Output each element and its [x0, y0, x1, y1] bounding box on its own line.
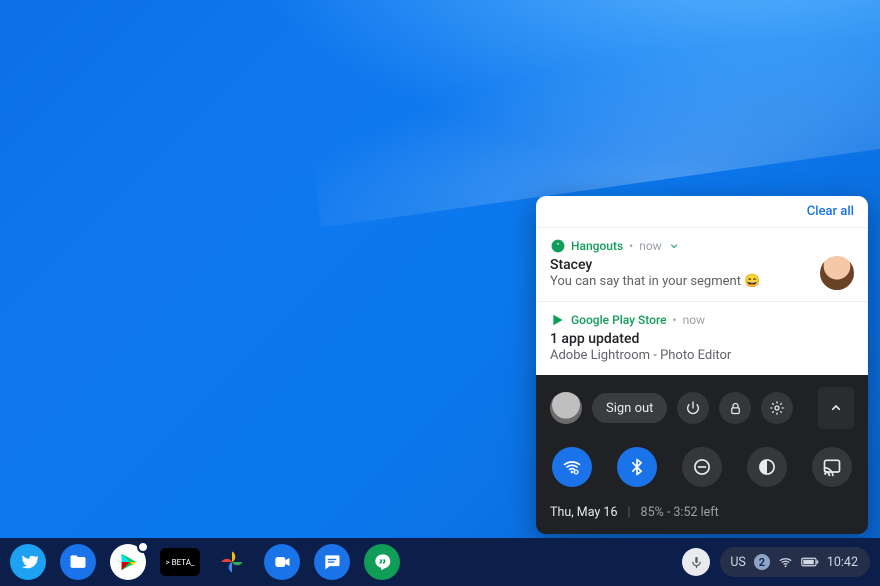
play-store-icon	[550, 312, 565, 327]
separator-dot: •	[673, 313, 677, 327]
notifications-area: Clear all ” Hangouts • now Stacey You ca…	[536, 196, 868, 375]
quick-settings-top-row: Sign out	[536, 375, 868, 435]
cast-toggle[interactable]	[812, 447, 852, 487]
notification-time: now	[683, 313, 706, 327]
hangouts-icon: ”	[550, 238, 565, 253]
status-tray[interactable]: US 2 10:42	[720, 547, 870, 577]
notification-title: 1 app updated	[550, 331, 854, 347]
shelf-app-duo[interactable]	[264, 544, 300, 580]
quick-toggles-row	[536, 435, 868, 495]
notification-item[interactable]: Google Play Store • now 1 app updated Ad…	[536, 302, 868, 375]
wallpaper-highlight	[285, 0, 880, 227]
battery-icon	[801, 556, 819, 568]
notification-body: You can say that in your segment 😄	[550, 274, 854, 289]
night-light-toggle[interactable]	[747, 447, 787, 487]
sign-out-button[interactable]: Sign out	[592, 393, 667, 423]
notification-app-row: ” Hangouts • now	[550, 238, 854, 253]
sender-avatar	[820, 256, 854, 290]
play-store-update-badge-icon	[137, 541, 149, 553]
separator: |	[627, 505, 630, 520]
notification-app-name: Hangouts	[571, 239, 623, 253]
wifi-icon	[778, 555, 793, 570]
wifi-toggle[interactable]	[552, 447, 592, 487]
bluetooth-toggle[interactable]	[617, 447, 657, 487]
notification-title: Stacey	[550, 257, 854, 273]
notification-item[interactable]: ” Hangouts • now Stacey You can say that…	[536, 228, 868, 302]
separator-dot: •	[629, 239, 633, 253]
do-not-disturb-toggle[interactable]	[682, 447, 722, 487]
clear-all-button[interactable]: Clear all	[536, 196, 868, 228]
ime-indicator: US	[730, 555, 746, 570]
power-button[interactable]	[677, 392, 709, 424]
shelf-app-photos[interactable]	[214, 544, 250, 580]
notification-count-badge: 2	[754, 554, 770, 570]
shelf-pinned-apps: > BETA_	[10, 544, 400, 580]
quick-settings-footer: Thu, May 16 | 85% - 3:52 left	[536, 495, 868, 534]
shelf-app-files[interactable]	[60, 544, 96, 580]
notification-time: now	[639, 239, 662, 253]
shelf-app-twitter[interactable]	[10, 544, 46, 580]
notification-app-row: Google Play Store • now	[550, 312, 854, 327]
notification-app-name: Google Play Store	[571, 313, 667, 327]
shelf-app-messages[interactable]	[314, 544, 350, 580]
shelf-app-play-store[interactable]	[110, 544, 146, 580]
shelf-app-crosh-beta[interactable]: > BETA_	[160, 548, 200, 576]
notification-body: Adobe Lightroom - Photo Editor	[550, 348, 854, 363]
quick-settings: Sign out	[536, 375, 868, 534]
settings-button[interactable]	[761, 392, 793, 424]
collapse-panel-button[interactable]	[818, 387, 854, 429]
assistant-mic-button[interactable]	[682, 548, 710, 576]
date-label: Thu, May 16	[550, 505, 617, 520]
shelf-app-hangouts[interactable]	[364, 544, 400, 580]
beta-label: > BETA_	[165, 558, 194, 567]
battery-status: 85% - 3:52 left	[641, 505, 719, 520]
user-avatar[interactable]	[550, 392, 582, 424]
shelf: > BETA_ US 2	[0, 538, 880, 586]
clock-label: 10:42	[827, 555, 858, 570]
shelf-status-area: US 2 10:42	[682, 547, 870, 577]
lock-button[interactable]	[719, 392, 751, 424]
chevron-down-icon[interactable]	[668, 240, 680, 252]
quick-settings-panel: Clear all ” Hangouts • now Stacey You ca…	[536, 196, 868, 534]
